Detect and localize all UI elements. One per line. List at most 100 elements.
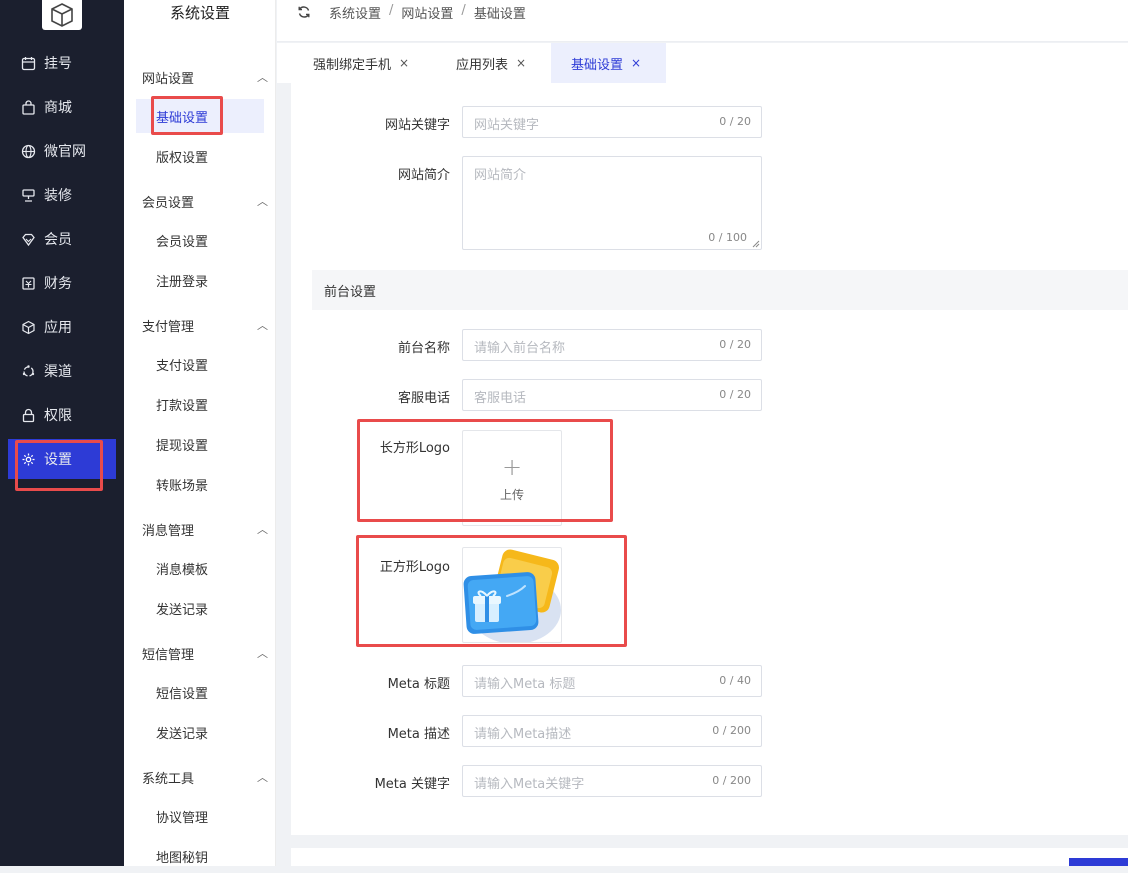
submenu-item-map-key[interactable]: 地图秘钥 [136,839,264,873]
channel-icon [20,363,36,379]
breadcrumb-item[interactable]: 系统设置 [329,3,381,22]
placeholder: 请输入前台名称 [474,341,566,356]
footer-bar [291,848,1128,866]
chevron-up-icon: ︿ [257,195,268,208]
tab-basic-settings[interactable]: 基础设置 × [551,43,666,83]
breadcrumb-separator: / [389,3,394,18]
intro-textarea[interactable]: 网站简介 0 / 100 [462,156,762,250]
close-icon[interactable]: × [631,56,641,70]
submenu-group-website[interactable]: 网站设置 ︿ [142,67,268,87]
submenu-item-agreements[interactable]: 协议管理 [136,799,264,833]
char-counter: 0 / 200 [712,774,751,787]
submenu-group-member[interactable]: 会员设置 ︿ [142,191,268,211]
layout-icon [20,187,36,203]
lock-icon [20,407,36,423]
placeholder: 请输入Meta关键字 [474,777,585,792]
sidebar-item-label: 应用 [44,320,72,336]
sidebar-item-apps[interactable]: 应用 [0,307,124,347]
keywords-label: 网站关键字 [384,118,450,133]
sidebar-item-label: 权限 [44,408,72,424]
highlight-box [15,440,103,491]
cube-logo-icon [51,3,73,27]
sidebar-item-label: 挂号 [44,56,72,72]
sidebar-item-label: 微官网 [44,144,86,160]
meta-keywords-label: Meta 关键字 [374,777,450,792]
chevron-up-icon: ︿ [257,771,268,784]
chevron-up-icon: ︿ [257,647,268,660]
char-counter: 0 / 40 [719,674,751,687]
front-name-label: 前台名称 [397,341,450,356]
phone-input[interactable]: 客服电话 0 / 20 [462,379,762,411]
tab-force-bind-phone[interactable]: 强制绑定手机 × [313,43,409,83]
submenu-group-message[interactable]: 消息管理 ︿ [142,519,268,539]
placeholder: 网站关键字 [474,118,540,133]
app-logo[interactable] [42,0,82,30]
save-button[interactable] [1069,858,1128,866]
sidebar-item-label: 渠道 [44,364,72,380]
meta-desc-label: Meta 描述 [387,727,450,742]
meta-desc-input[interactable]: 请输入Meta描述 0 / 200 [462,715,762,747]
sidebar-item-channel[interactable]: 渠道 [0,351,124,391]
submenu-item-payment-settings[interactable]: 支付设置 [136,347,264,381]
submenu-group-sms[interactable]: 短信管理 ︿ [142,643,268,663]
calendar-icon [20,55,36,71]
close-icon[interactable]: × [516,56,526,70]
submenu-item-transfer-scene[interactable]: 转账场景 [136,467,264,501]
front-name-input[interactable]: 请输入前台名称 0 / 20 [462,329,762,361]
meta-title-label: Meta 标题 [387,677,450,692]
placeholder: 网站简介 [474,168,527,183]
sidebar-item-mall[interactable]: 商城 [0,87,124,127]
submenu-item-member-settings[interactable]: 会员设置 [136,223,264,257]
placeholder: 客服电话 [474,391,527,406]
placeholder: 请输入Meta描述 [474,727,572,742]
phone-label: 客服电话 [397,391,450,406]
tab-app-list[interactable]: 应用列表 × [456,43,526,83]
resize-handle-icon[interactable] [752,240,760,248]
sidebar-item-label: 会员 [44,232,72,248]
submenu-item-sms-records[interactable]: 发送记录 [136,715,264,749]
refresh-icon[interactable] [297,5,311,19]
intro-label: 网站简介 [397,168,450,183]
close-icon[interactable]: × [399,56,409,70]
sidebar-item-label: 商城 [44,100,72,116]
globe-icon [20,143,36,159]
sidebar-item-register[interactable]: 挂号 [0,43,124,83]
sidebar-item-label: 财务 [44,276,72,292]
meta-title-input[interactable]: 请输入Meta 标题 0 / 40 [462,665,762,697]
diamond-icon [20,231,36,247]
submenu-item-payout-settings[interactable]: 打款设置 [136,387,264,421]
submenu-group-payment[interactable]: 支付管理 ︿ [142,315,268,335]
breadcrumb-item[interactable]: 网站设置 [401,3,453,22]
highlight-box [151,96,223,135]
placeholder: 请输入Meta 标题 [474,677,576,692]
chevron-up-icon: ︿ [257,523,268,536]
sidebar-item-member[interactable]: 会员 [0,219,124,259]
top-bar: 系统设置 / 网站设置 / 基础设置 [277,0,1128,42]
page-tabs: 强制绑定手机 × 应用列表 × 基础设置 × [277,43,1128,83]
breadcrumb: 系统设置 / 网站设置 / 基础设置 [329,3,526,22]
section-header-frontend: 前台设置 [312,270,1128,310]
cube-icon [20,319,36,335]
submenu-item-register-login[interactable]: 注册登录 [136,263,264,297]
sidebar-item-finance[interactable]: 财务 [0,263,124,303]
chevron-up-icon: ︿ [257,319,268,332]
submenu-item-sms-settings[interactable]: 短信设置 [136,675,264,709]
char-counter: 0 / 100 [708,231,747,244]
finance-icon [20,275,36,291]
meta-keywords-input[interactable]: 请输入Meta关键字 0 / 200 [462,765,762,797]
char-counter: 0 / 20 [719,388,751,401]
submenu-item-copyright[interactable]: 版权设置 [136,139,264,173]
submenu-item-withdraw-settings[interactable]: 提现设置 [136,427,264,461]
breadcrumb-separator: / [461,3,466,18]
char-counter: 0 / 20 [719,338,751,351]
char-counter: 0 / 20 [719,115,751,128]
submenu-item-message-records[interactable]: 发送记录 [136,591,264,625]
submenu-item-message-template[interactable]: 消息模板 [136,551,264,585]
sidebar-item-decoration[interactable]: 装修 [0,175,124,215]
submenu-title: 系统设置 [169,4,230,22]
primary-sidebar: 挂号 商城 微官网 装修 会员 财务 应用 渠道 权限 设置 [0,0,124,866]
sidebar-item-microsite[interactable]: 微官网 [0,131,124,171]
sidebar-item-permission[interactable]: 权限 [0,395,124,435]
submenu-group-tools[interactable]: 系统工具 ︿ [142,767,268,787]
keywords-input[interactable]: 网站关键字 0 / 20 [462,106,762,138]
